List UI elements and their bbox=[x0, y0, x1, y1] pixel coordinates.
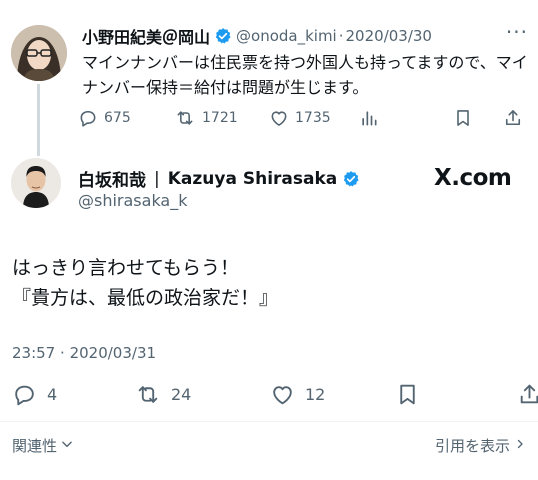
main-like-count: 12 bbox=[305, 385, 326, 404]
name-separator: | bbox=[154, 168, 160, 189]
main-tweet-header: 白坂和哉 | Kazuya Shirasaka bbox=[78, 166, 360, 191]
parent-like-button[interactable]: 1735 bbox=[269, 108, 359, 128]
quotes-label: 引用を表示 bbox=[434, 437, 510, 455]
tweet-time: 23:57 bbox=[12, 344, 56, 362]
parent-date[interactable]: 2020/03/30 bbox=[346, 27, 432, 45]
repost-icon bbox=[134, 382, 162, 407]
verified-badge-icon bbox=[214, 27, 232, 45]
parent-reply-button[interactable]: 675 bbox=[78, 108, 174, 128]
timestamp-separator: · bbox=[60, 344, 65, 362]
more-options-button[interactable]: ··· bbox=[506, 20, 528, 44]
parent-views-button[interactable] bbox=[359, 108, 453, 128]
parent-bookmark-button[interactable] bbox=[453, 108, 503, 128]
main-repost-count: 24 bbox=[171, 385, 192, 404]
main-reply-count: 4 bbox=[47, 385, 58, 404]
related-label: 関連性 bbox=[12, 437, 58, 455]
parent-reply-count: 675 bbox=[104, 110, 131, 126]
reply-icon bbox=[78, 108, 98, 128]
like-icon bbox=[270, 382, 295, 407]
parent-repost-count: 1721 bbox=[202, 110, 238, 126]
chevron-right-icon bbox=[514, 437, 526, 455]
bookmark-icon bbox=[453, 108, 473, 128]
view-quotes-link[interactable]: 引用を表示 bbox=[435, 435, 526, 456]
bookmark-icon bbox=[395, 382, 420, 407]
main-like-button[interactable]: 12 bbox=[270, 382, 395, 407]
reply-icon bbox=[12, 382, 37, 407]
parent-author-avatar[interactable] bbox=[11, 25, 67, 81]
like-icon bbox=[269, 108, 289, 128]
share-icon bbox=[503, 108, 523, 128]
verified-badge-icon bbox=[342, 170, 360, 188]
meta-separator: · bbox=[338, 27, 344, 45]
main-tweet-text: はっきり言わせてもらう！ 『貴方は、最低の政治家だ！』 bbox=[12, 257, 279, 309]
main-repost-button[interactable]: 24 bbox=[134, 382, 270, 407]
thread-connector-line bbox=[37, 84, 40, 156]
footer-divider bbox=[0, 421, 538, 422]
parent-tweet-text: マインナンバーは住民票を持つ外国人も持ってますので、マイナンバー保持＝給付は問題… bbox=[82, 53, 528, 97]
parent-action-bar: 675 1721 1735 bbox=[78, 108, 523, 128]
parent-tweet-header: 小野田紀美＠岡山 @onoda_kimi · 2020/03/30 bbox=[82, 24, 538, 48]
chevron-down-icon bbox=[60, 437, 74, 455]
x-com-logo: X.com bbox=[434, 165, 512, 191]
tweet-timestamp[interactable]: 23:57 · 2020/03/31 bbox=[12, 344, 156, 362]
main-author-avatar[interactable] bbox=[11, 158, 61, 208]
parent-handle[interactable]: @onoda_kimi bbox=[236, 27, 337, 45]
main-action-bar: 4 24 12 bbox=[12, 382, 538, 407]
parent-like-count: 1735 bbox=[295, 110, 331, 126]
main-handle[interactable]: @shirasaka_k bbox=[78, 191, 188, 210]
parent-repost-button[interactable]: 1721 bbox=[174, 108, 269, 128]
repost-icon bbox=[174, 108, 196, 128]
tweet-date: 2020/03/31 bbox=[69, 344, 157, 362]
views-icon bbox=[359, 108, 379, 128]
parent-share-button[interactable] bbox=[503, 108, 523, 128]
sort-relevance-dropdown[interactable]: 関連性 bbox=[12, 435, 74, 456]
main-bookmark-button[interactable] bbox=[395, 382, 517, 407]
main-author-name-en[interactable]: Kazuya Shirasaka bbox=[168, 169, 338, 189]
main-reply-button[interactable]: 4 bbox=[12, 382, 134, 407]
share-icon bbox=[517, 382, 538, 407]
main-author-name-ja[interactable]: 白坂和哉 bbox=[78, 166, 146, 191]
main-share-button[interactable] bbox=[517, 382, 538, 407]
parent-author-name[interactable]: 小野田紀美＠岡山 bbox=[82, 24, 210, 48]
